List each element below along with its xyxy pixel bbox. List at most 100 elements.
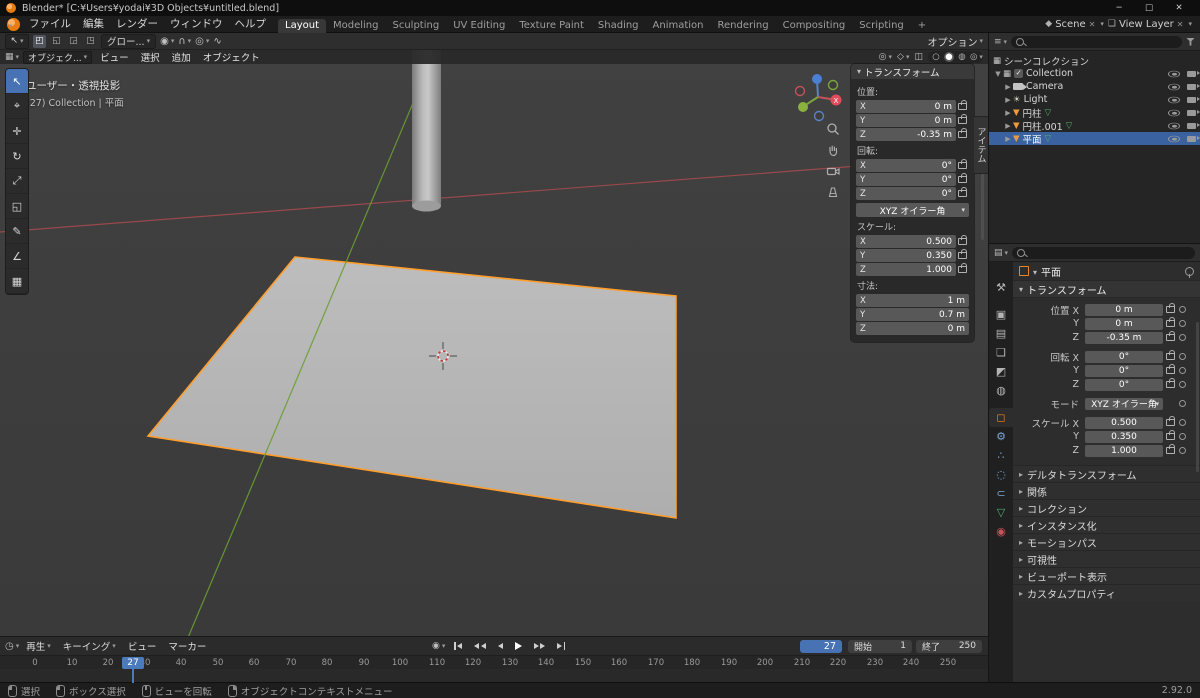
tool-measure[interactable]: ∠ <box>6 244 28 269</box>
location-y-field[interactable]: Y 0 m <box>856 114 956 127</box>
plane-object-selected[interactable] <box>146 256 677 519</box>
active-tool-icon[interactable]: ↖ <box>5 33 29 49</box>
workspace-tab-scripting[interactable]: Scripting <box>852 19 910 33</box>
lock-icon[interactable] <box>958 100 967 110</box>
select-mode-subtract-icon[interactable]: ◲ <box>67 35 80 48</box>
camera-view-icon[interactable] <box>826 164 840 178</box>
animate-dot[interactable] <box>1179 320 1186 327</box>
rotation-x-field[interactable]: 0° <box>1085 350 1163 363</box>
auto-keying-icon[interactable]: ◉ <box>432 641 445 651</box>
scene-unlink-icon[interactable]: ✕ <box>1089 20 1096 29</box>
rotation-z-field[interactable]: 0° <box>1085 378 1163 391</box>
outliner-row-cylinder-001[interactable]: ▶ ▼ 円柱.001 ▽ <box>989 119 1200 133</box>
workspace-tab-animation[interactable]: Animation <box>646 19 711 33</box>
npanel-header[interactable]: トランスフォーム <box>851 64 974 79</box>
timeline-menu-playback[interactable]: 再生 <box>21 639 56 653</box>
workspace-tab-texture-paint[interactable]: Texture Paint <box>512 19 591 33</box>
lock-icon[interactable] <box>1165 317 1175 327</box>
hide-eye-icon[interactable] <box>1168 122 1180 129</box>
frame-start-field[interactable]: 開始 1 <box>848 639 912 653</box>
disclosure-icon[interactable]: ▶ <box>1003 109 1013 117</box>
workspace-tab-layout[interactable]: Layout <box>278 18 326 33</box>
lock-icon[interactable] <box>1165 364 1175 374</box>
hide-eye-icon[interactable] <box>1168 83 1180 90</box>
animate-dot[interactable] <box>1179 419 1186 426</box>
cylinder-object[interactable] <box>411 50 442 212</box>
xray-toggle-icon[interactable]: ◫ <box>914 52 923 62</box>
lock-icon[interactable] <box>958 187 967 197</box>
viewport-menu-add[interactable]: 追加 <box>168 50 195 64</box>
disclosure-icon[interactable]: ▶ <box>1003 96 1013 104</box>
section-collections[interactable]: コレクション <box>1013 499 1200 516</box>
menu-window[interactable]: ウィンドウ <box>164 16 229 33</box>
timeline-menu-marker[interactable]: マーカー <box>163 639 211 653</box>
shading-solid-icon[interactable]: ● <box>944 52 954 62</box>
render-visibility-icon[interactable] <box>1187 109 1200 116</box>
scene-selector[interactable]: ◆ Scene ✕ <box>1045 19 1104 30</box>
lock-icon[interactable] <box>1165 444 1175 454</box>
lock-icon[interactable] <box>1165 303 1175 313</box>
workspace-tab-rendering[interactable]: Rendering <box>711 19 776 33</box>
tab-view-layer[interactable]: ❏ <box>989 343 1013 362</box>
workspace-tab-sculpting[interactable]: Sculpting <box>386 19 447 33</box>
zoom-icon[interactable] <box>826 122 840 136</box>
render-visibility-icon[interactable] <box>1187 135 1200 142</box>
collection-checkbox[interactable] <box>1014 68 1024 78</box>
view-layer-unlink-icon[interactable]: ✕ <box>1177 20 1184 29</box>
jump-to-end-button[interactable] <box>554 639 568 653</box>
outliner-row-camera[interactable]: ▶ Camera <box>989 80 1200 93</box>
lock-icon[interactable] <box>958 159 967 169</box>
location-z-field[interactable]: -0.35 m <box>1085 331 1163 344</box>
tool-cursor[interactable]: ⌖ <box>6 94 28 119</box>
gizmo-y-neg-axis[interactable] <box>827 79 839 91</box>
lock-icon[interactable] <box>958 249 967 259</box>
rotation-x-field[interactable]: X 0° <box>856 159 956 172</box>
gizmo-z-axis[interactable] <box>812 74 822 84</box>
tab-constraints[interactable]: ⊂ <box>989 484 1013 503</box>
options-dropdown[interactable]: オプション <box>927 34 983 49</box>
tab-render[interactable]: ▣ <box>989 305 1013 324</box>
timeline-ruler[interactable]: 0 10 20 30 40 50 60 70 80 90 100 110 120… <box>0 655 988 670</box>
select-mode-extend-icon[interactable]: ◱ <box>50 35 63 48</box>
shading-wireframe-icon[interactable]: ○ <box>931 52 941 62</box>
add-workspace-button[interactable]: + <box>911 19 933 33</box>
timeline-editor-icon[interactable]: ◷ <box>5 641 19 652</box>
tool-select-box[interactable]: ↖ <box>6 69 28 94</box>
dimensions-y-field[interactable]: Y 0.7 m <box>856 308 969 321</box>
lock-icon[interactable] <box>1165 416 1175 426</box>
tool-annotate[interactable]: ✎ <box>6 219 28 244</box>
lock-icon[interactable] <box>1165 430 1175 440</box>
tab-object-data[interactable]: ▽ <box>989 503 1013 522</box>
animate-dot[interactable] <box>1179 381 1186 388</box>
viewport-3d[interactable]: ▦ オブジェク... ビュー 選択 追加 オブジェクト ◎ ◇ ◫ ○ ● ◍ … <box>0 50 988 636</box>
current-frame-field[interactable]: 27 <box>800 639 842 653</box>
navigation-gizmo[interactable]: X <box>792 70 844 122</box>
viewport-menu-object[interactable]: オブジェクト <box>199 50 264 64</box>
outliner-row-scene-collection[interactable]: ▦ シーンコレクション <box>989 54 1200 68</box>
playhead-line[interactable] <box>132 667 134 683</box>
timeline-track-area[interactable] <box>0 669 988 683</box>
pin-icon[interactable] <box>1185 266 1194 278</box>
tool-rotate[interactable]: ↻ <box>6 144 28 169</box>
disclosure-icon[interactable]: ▶ <box>1003 83 1013 91</box>
tool-scale[interactable]: ⤢ <box>6 169 28 194</box>
disclosure-icon[interactable]: ▶ <box>1003 122 1013 130</box>
tab-particles[interactable]: ∴ <box>989 446 1013 465</box>
menu-render[interactable]: レンダー <box>110 16 164 33</box>
tab-tool[interactable]: ⚒ <box>989 278 1013 297</box>
lock-icon[interactable] <box>958 263 967 273</box>
properties-editor-icon[interactable]: ▤ <box>994 248 1008 258</box>
outliner-editor-icon[interactable]: ≡ <box>994 37 1007 47</box>
scale-y-field[interactable]: Y 0.350 <box>856 249 956 262</box>
lock-icon[interactable] <box>1165 331 1175 341</box>
prev-keyframe-button[interactable] <box>471 639 489 653</box>
tab-output[interactable]: ▤ <box>989 324 1013 343</box>
section-viewport-display[interactable]: ビューポート表示 <box>1013 567 1200 584</box>
viewport-menu-view[interactable]: ビュー <box>96 50 133 64</box>
outliner-search-input[interactable] <box>1011 35 1182 48</box>
tab-world[interactable]: ◍ <box>989 381 1013 400</box>
workspace-tab-modeling[interactable]: Modeling <box>326 19 386 33</box>
render-visibility-icon[interactable] <box>1187 96 1200 103</box>
shading-rendered-icon[interactable]: ◎ <box>970 52 980 62</box>
location-x-field[interactable]: 0 m <box>1085 303 1163 316</box>
